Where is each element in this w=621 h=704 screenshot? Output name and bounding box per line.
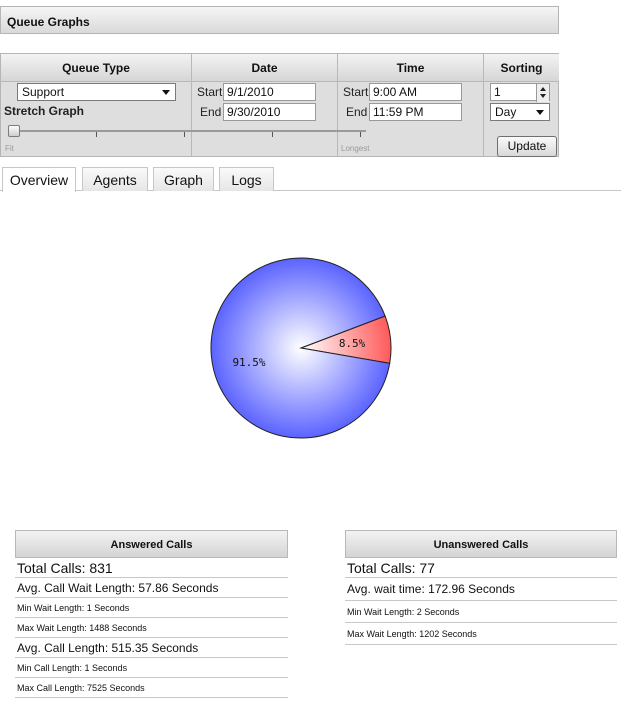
- unanswered-calls-panel: Unanswered Calls Total Calls: 77 Avg. wa…: [345, 530, 617, 645]
- chevron-down-icon: [536, 110, 544, 115]
- answered-calls-panel: Answered Calls Total Calls: 831 Avg. Cal…: [15, 530, 288, 698]
- end-date-input[interactable]: 9/30/2010: [223, 103, 316, 121]
- slider-tick: [360, 132, 361, 137]
- pie-chart: 8.5% 91.5%: [210, 257, 392, 439]
- sort-number-stepper[interactable]: 1: [490, 83, 550, 102]
- slider-handle[interactable]: [8, 125, 20, 137]
- unanswered-min-wait: Min Wait Length: 2 Seconds: [345, 601, 617, 623]
- stretch-slider[interactable]: [4, 124, 366, 140]
- answered-min-wait: Min Wait Length: 1 Seconds: [15, 598, 288, 618]
- control-panel: Queue Type Date Time Sorting Support Str…: [0, 53, 559, 157]
- end-time-label: End: [346, 105, 368, 119]
- stretch-graph-label: Stretch Graph: [4, 104, 85, 118]
- answered-avg-call: Avg. Call Length: 515.35 Seconds: [15, 638, 288, 658]
- slider-tick: [96, 132, 97, 137]
- tab-graph[interactable]: Graph: [153, 167, 214, 191]
- pie-label-answered: 91.5%: [232, 356, 265, 369]
- page-title: Queue Graphs: [7, 15, 90, 29]
- answered-calls-title: Answered Calls: [15, 530, 288, 558]
- slider-tick: [272, 132, 273, 137]
- start-date-input[interactable]: 9/1/2010: [223, 83, 316, 101]
- time-header: Time: [338, 54, 483, 82]
- unanswered-avg-wait: Avg. wait time: 172.96 Seconds: [345, 578, 617, 601]
- start-time-input[interactable]: 9:00 AM: [369, 83, 462, 101]
- chevron-down-icon: [162, 90, 170, 95]
- queue-type-value: Support: [22, 85, 65, 99]
- page-header: Queue Graphs: [0, 6, 559, 34]
- answered-max-call: Max Call Length: 7525 Seconds: [15, 678, 288, 698]
- slider-min-label: Fit: [5, 144, 14, 153]
- answered-max-wait: Max Wait Length: 1488 Seconds: [15, 618, 288, 638]
- unanswered-calls-title: Unanswered Calls: [345, 530, 617, 558]
- date-header: Date: [192, 54, 337, 82]
- end-date-label: End: [200, 105, 222, 119]
- end-time-input[interactable]: 11:59 PM: [369, 103, 462, 121]
- tab-agents[interactable]: Agents: [82, 167, 148, 191]
- queue-type-header: Queue Type: [1, 54, 191, 82]
- update-button[interactable]: Update: [497, 136, 557, 157]
- unanswered-total-calls: Total Calls: 77: [345, 558, 617, 578]
- start-time-label: Start: [343, 85, 369, 99]
- stepper-arrows-icon[interactable]: [536, 84, 549, 102]
- slider-track: [10, 130, 366, 132]
- pie-label-unanswered: 8.5%: [339, 337, 366, 350]
- sort-unit-select[interactable]: Day: [490, 103, 550, 121]
- answered-total-calls: Total Calls: 831: [15, 558, 288, 578]
- start-date-label: Start: [197, 85, 223, 99]
- answered-avg-wait: Avg. Call Wait Length: 57.86 Seconds: [15, 578, 288, 598]
- tab-bar: Overview Agents Graph Logs: [0, 167, 621, 192]
- tab-overview[interactable]: Overview: [2, 167, 76, 192]
- sort-number-value: 1: [494, 85, 501, 99]
- sorting-header: Sorting: [484, 54, 559, 82]
- slider-tick: [184, 132, 185, 137]
- queue-type-select[interactable]: Support: [17, 83, 176, 101]
- slider-max-label: Longest: [341, 144, 370, 153]
- sort-unit-value: Day: [495, 105, 517, 119]
- tab-logs[interactable]: Logs: [219, 167, 274, 191]
- answered-min-call: Min Call Length: 1 Seconds: [15, 658, 288, 678]
- unanswered-max-wait: Max Wait Length: 1202 Seconds: [345, 623, 617, 645]
